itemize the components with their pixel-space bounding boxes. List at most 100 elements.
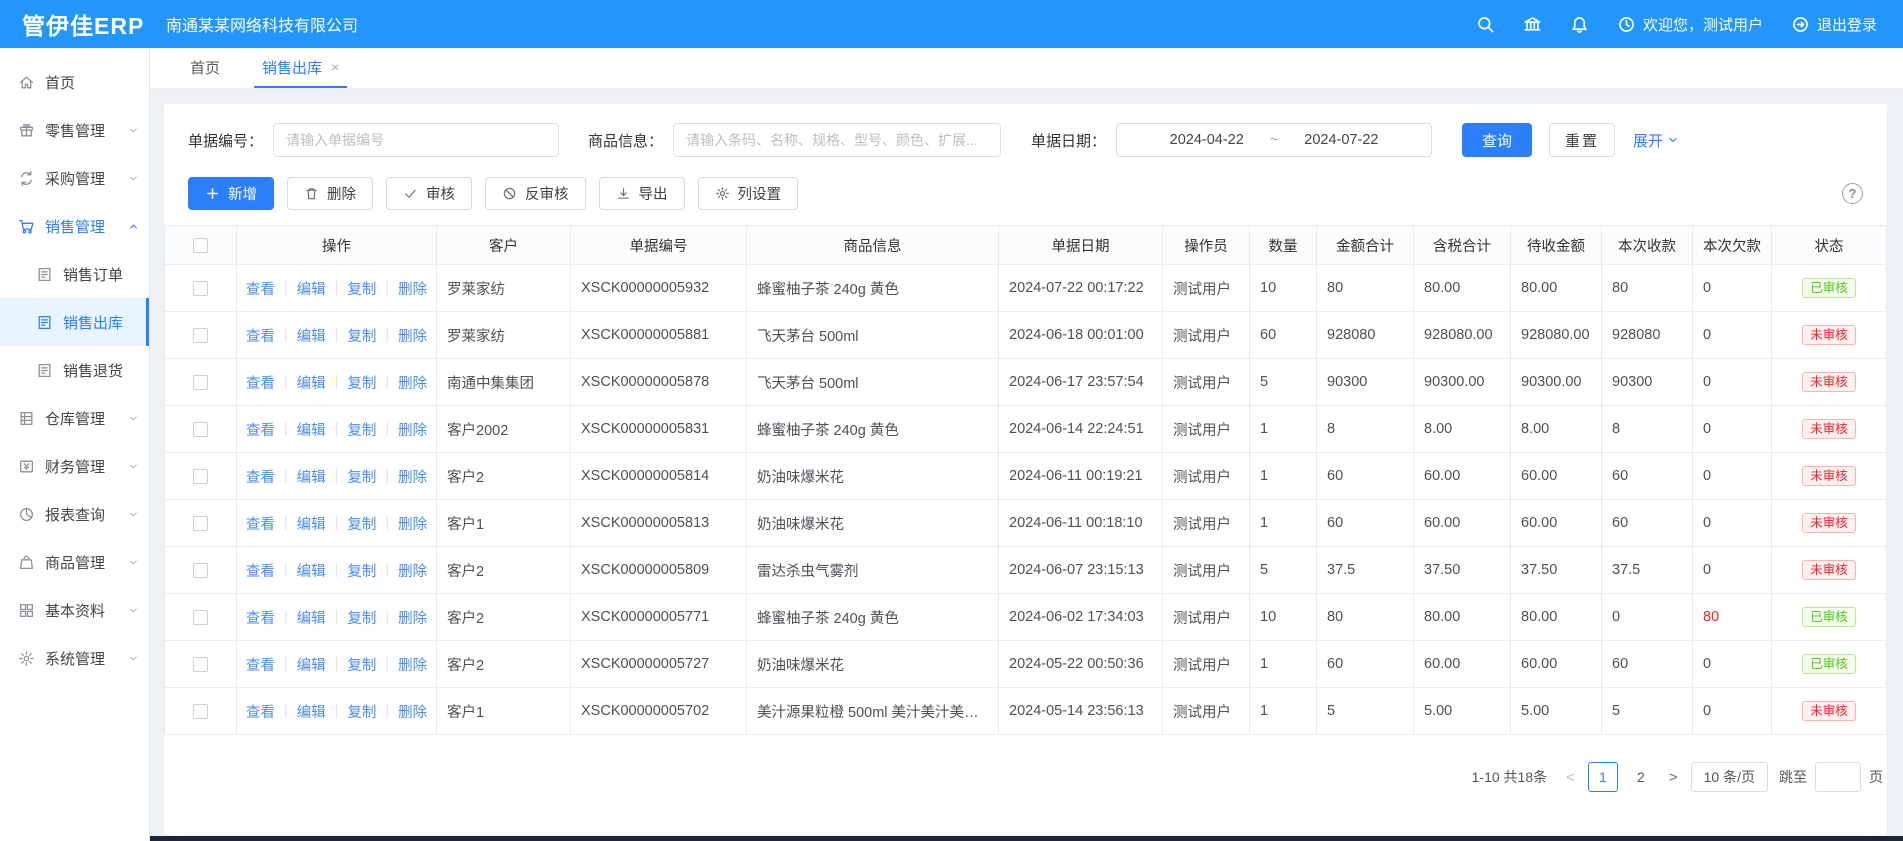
row-action-3[interactable]: 删除 [398, 607, 427, 628]
row-action-3[interactable]: 删除 [398, 701, 427, 722]
row-action-2[interactable]: 复制 [347, 513, 376, 534]
row-action-1[interactable]: 编辑 [297, 325, 326, 346]
row-checkbox[interactable] [193, 469, 208, 484]
row-action-0[interactable]: 查看 [246, 654, 275, 675]
row-checkbox[interactable] [193, 422, 208, 437]
sidebar-item-0[interactable]: 首页 [0, 58, 149, 106]
row-action-3[interactable]: 删除 [398, 419, 427, 440]
sidebar-item-7[interactable]: 仓库管理 [0, 394, 149, 442]
row-action-3[interactable]: 删除 [398, 560, 427, 581]
row-action-1[interactable]: 编辑 [297, 513, 326, 534]
row-action-2[interactable]: 复制 [347, 325, 376, 346]
row-checkbox[interactable] [193, 516, 208, 531]
sidebar-item-8[interactable]: 财务管理 [0, 442, 149, 490]
row-action-2[interactable]: 复制 [347, 607, 376, 628]
close-icon[interactable]: × [331, 60, 339, 74]
row-action-0[interactable]: 查看 [246, 419, 275, 440]
row-action-2[interactable]: 复制 [347, 419, 376, 440]
row-checkbox[interactable] [193, 281, 208, 296]
bank-icon[interactable] [1523, 15, 1542, 34]
row-operator: 测试用户 [1163, 359, 1250, 406]
bell-icon[interactable] [1570, 15, 1589, 34]
row-product: 奶油味爆米花 [747, 453, 999, 500]
row-action-2[interactable]: 复制 [347, 372, 376, 393]
add-button[interactable]: 新增 [188, 177, 274, 210]
select-all-checkbox[interactable] [193, 238, 208, 253]
row-action-0[interactable]: 查看 [246, 560, 275, 581]
row-checkbox[interactable] [193, 375, 208, 390]
row-action-0[interactable]: 查看 [246, 372, 275, 393]
row-action-3[interactable]: 删除 [398, 278, 427, 299]
sidebar-item-1[interactable]: 零售管理 [0, 106, 149, 154]
row-action-1[interactable]: 编辑 [297, 701, 326, 722]
sidebar-item-9[interactable]: 报表查询 [0, 490, 149, 538]
column-settings-button[interactable]: 列设置 [698, 177, 799, 210]
row-action-1[interactable]: 编辑 [297, 466, 326, 487]
prev-page-button[interactable]: < [1564, 769, 1577, 786]
delete-button[interactable]: 删除 [287, 177, 373, 210]
expand-link[interactable]: 展开 [1633, 130, 1679, 151]
tab-1[interactable]: 销售出库× [254, 48, 347, 88]
reset-button[interactable]: 重置 [1549, 123, 1615, 157]
product-info-input[interactable] [673, 123, 1001, 157]
export-button[interactable]: 导出 [599, 177, 685, 210]
logout-button[interactable]: 退出登录 [1791, 14, 1877, 35]
row-action-3[interactable]: 删除 [398, 654, 427, 675]
search-button[interactable]: 查询 [1462, 123, 1532, 157]
row-action-1[interactable]: 编辑 [297, 654, 326, 675]
row-action-0[interactable]: 查看 [246, 701, 275, 722]
row-checkbox[interactable] [193, 328, 208, 343]
row-action-1[interactable]: 编辑 [297, 278, 326, 299]
row-action-2[interactable]: 复制 [347, 560, 376, 581]
sidebar-item-11[interactable]: 基本资料 [0, 586, 149, 634]
row-action-0[interactable]: 查看 [246, 466, 275, 487]
page-button-1[interactable]: 1 [1588, 762, 1618, 792]
row-customer: 客户2 [437, 453, 571, 500]
row-action-2[interactable]: 复制 [347, 701, 376, 722]
row-action-3[interactable]: 删除 [398, 466, 427, 487]
unaudit-button[interactable]: 反审核 [485, 177, 586, 210]
sidebar-item-5[interactable]: 销售出库 [0, 298, 149, 346]
sidebar-item-12[interactable]: 系统管理 [0, 634, 149, 682]
sidebar-item-label: 销售订单 [63, 264, 123, 285]
help-icon[interactable]: ? [1842, 183, 1863, 204]
page-button-2[interactable]: 2 [1626, 762, 1656, 792]
sidebar-item-10[interactable]: 商品管理 [0, 538, 149, 586]
row-action-2[interactable]: 复制 [347, 466, 376, 487]
row-date: 2024-06-11 00:18:10 [999, 500, 1163, 547]
row-action-1[interactable]: 编辑 [297, 372, 326, 393]
row-action-1[interactable]: 编辑 [297, 560, 326, 581]
row-receivable: 80.00 [1511, 594, 1602, 641]
row-action-2[interactable]: 复制 [347, 278, 376, 299]
date-range-picker[interactable]: 2024-04-22 ~ 2024-07-22 [1116, 123, 1432, 157]
row-action-3[interactable]: 删除 [398, 372, 427, 393]
audit-button[interactable]: 审核 [386, 177, 472, 210]
page-size-select[interactable]: 10 条/页 [1691, 762, 1768, 792]
row-qty: 10 [1250, 265, 1317, 312]
sidebar-item-4[interactable]: 销售订单 [0, 250, 149, 298]
row-action-0[interactable]: 查看 [246, 513, 275, 534]
pagination: 1-10 共18条 < 12 > 10 条/页 跳至 页 [164, 735, 1887, 792]
column-header: 待收金额 [1511, 226, 1602, 265]
row-checkbox[interactable] [193, 610, 208, 625]
search-icon[interactable] [1476, 15, 1495, 34]
row-action-3[interactable]: 删除 [398, 513, 427, 534]
jump-page-input[interactable] [1815, 762, 1861, 792]
sidebar-item-3[interactable]: 销售管理 [0, 202, 149, 250]
row-action-1[interactable]: 编辑 [297, 607, 326, 628]
welcome-user[interactable]: 欢迎您，测试用户 [1617, 14, 1763, 35]
row-checkbox[interactable] [193, 563, 208, 578]
sidebar-item-2[interactable]: 采购管理 [0, 154, 149, 202]
row-checkbox[interactable] [193, 704, 208, 719]
doc-no-input[interactable] [273, 123, 559, 157]
row-action-0[interactable]: 查看 [246, 607, 275, 628]
row-action-0[interactable]: 查看 [246, 278, 275, 299]
row-checkbox[interactable] [193, 657, 208, 672]
row-action-2[interactable]: 复制 [347, 654, 376, 675]
next-page-button[interactable]: > [1667, 769, 1680, 786]
row-action-0[interactable]: 查看 [246, 325, 275, 346]
tab-0[interactable]: 首页 [182, 48, 228, 88]
row-action-1[interactable]: 编辑 [297, 419, 326, 440]
row-action-3[interactable]: 删除 [398, 325, 427, 346]
sidebar-item-6[interactable]: 销售退货 [0, 346, 149, 394]
